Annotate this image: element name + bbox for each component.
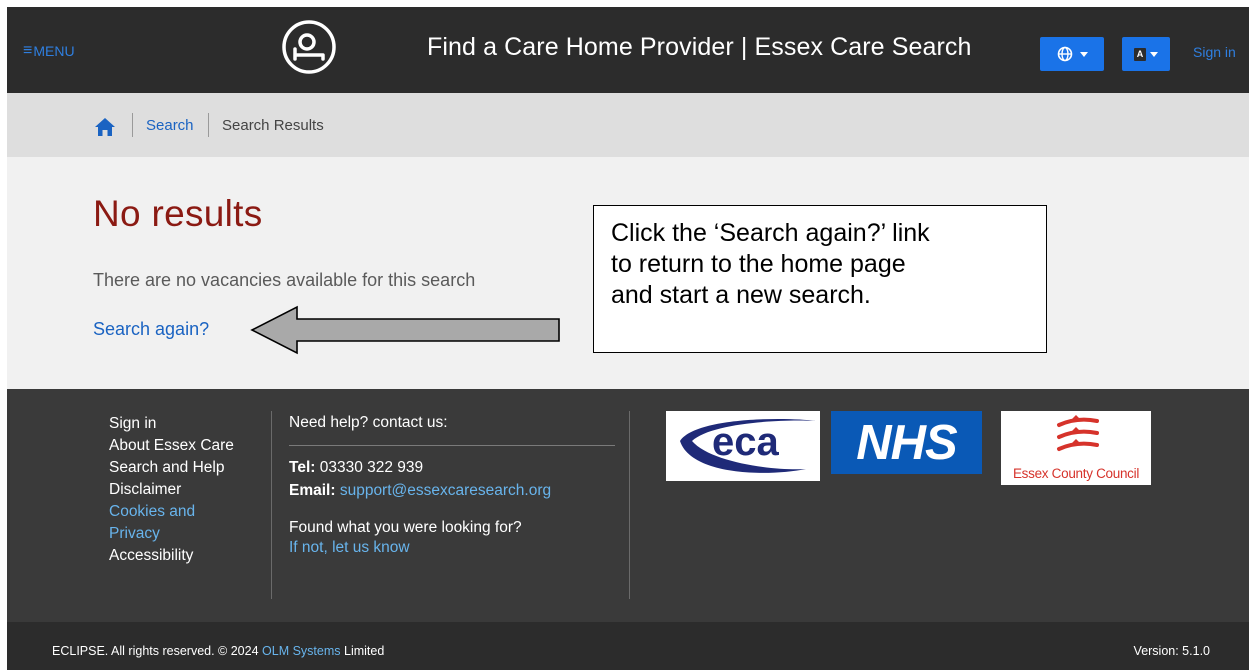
- nhs-logo-text: NHS: [856, 415, 957, 470]
- callout-line-3: and start a new search.: [611, 281, 871, 309]
- tel-line: Tel: 03330 322 939: [289, 459, 615, 477]
- tel-label: Tel:: [289, 459, 316, 476]
- version-label: Version: 5.1.0: [1133, 644, 1210, 658]
- text-size-button[interactable]: A: [1122, 37, 1170, 71]
- help-heading: Need help? contact us:: [289, 414, 448, 431]
- essex-county-council-logo: Essex County Council: [1001, 411, 1151, 485]
- feedback-link[interactable]: If not, let us know: [289, 539, 615, 557]
- tel-value: 03330 322 939: [319, 459, 424, 476]
- bottom-bar: ECLIPSE. All rights reserved. © 2024 OLM…: [7, 622, 1249, 670]
- menu-button[interactable]: ≡ MENU: [23, 42, 75, 60]
- ecc-crest-icon: [1057, 415, 1099, 451]
- home-icon[interactable]: [94, 117, 116, 137]
- site-title: Find a Care Home Provider | Essex Care S…: [427, 33, 972, 61]
- text-size-icon: A: [1133, 47, 1147, 61]
- menu-label: MENU: [33, 43, 75, 59]
- callout-line-2: to return to the home page: [611, 250, 906, 278]
- sign-in-link[interactable]: Sign in: [1193, 44, 1236, 60]
- help-rule: [289, 445, 615, 446]
- email-link[interactable]: support@essexcaresearch.org: [340, 482, 551, 499]
- globe-icon: [1057, 46, 1072, 62]
- language-button[interactable]: [1040, 37, 1104, 71]
- callout-line-1: Click the ‘Search again?’ link: [611, 219, 930, 247]
- chevron-down-icon: [1150, 51, 1159, 57]
- footer-link-search-help[interactable]: Search and Help: [109, 458, 269, 477]
- footer-link-cookies[interactable]: Cookies and: [109, 502, 269, 521]
- copyright-notice: ECLIPSE. All rights reserved. © 2024 OLM…: [52, 644, 384, 658]
- email-line: Email: support@essexcaresearch.org: [289, 482, 615, 500]
- copyright-prefix: ECLIPSE. All rights reserved. © 2024: [52, 644, 263, 658]
- page: ≡ MENU Find a Care Home Provider | Essex…: [7, 7, 1249, 670]
- breadcrumb-search-link[interactable]: Search: [146, 117, 194, 134]
- footer-divider: [629, 411, 630, 599]
- nhs-logo: NHS: [831, 411, 982, 474]
- breadcrumb-current: Search Results: [222, 117, 324, 134]
- ecc-logo-text: Essex County Council: [1012, 466, 1140, 481]
- main-content: No results There are no vacancies availa…: [7, 157, 1249, 389]
- footer-contact: Need help? contact us: Tel: 03330 322 93…: [289, 414, 615, 557]
- footer-link-privacy[interactable]: Privacy: [109, 524, 269, 543]
- email-label: Email:: [289, 482, 336, 499]
- breadcrumb: Search Search Results: [7, 93, 1249, 157]
- eca-logo-text: eca: [712, 420, 779, 464]
- footer: Sign in About Essex Care Search and Help…: [7, 389, 1249, 622]
- footer-link-disclaimer[interactable]: Disclaimer: [109, 480, 269, 499]
- footer-link-about[interactable]: About Essex Care: [109, 436, 269, 455]
- search-again-link[interactable]: Search again?: [93, 319, 209, 340]
- breadcrumb-divider: [132, 113, 133, 137]
- copyright-suffix: Limited: [340, 644, 385, 658]
- care-home-logo-icon: [282, 20, 336, 74]
- breadcrumb-divider: [208, 113, 209, 137]
- menu-icon: ≡: [23, 42, 33, 59]
- page-title: No results: [93, 193, 263, 234]
- left-arrow-icon: [250, 305, 560, 355]
- top-header: ≡ MENU Find a Care Home Provider | Essex…: [7, 7, 1249, 93]
- footer-divider: [271, 411, 272, 599]
- footer-link-sign-in[interactable]: Sign in: [109, 414, 269, 433]
- olm-systems-link[interactable]: OLM Systems: [262, 644, 341, 658]
- eca-logo: eca: [666, 411, 820, 481]
- footer-links: Sign in About Essex Care Search and Help…: [109, 414, 269, 568]
- no-vacancies-message: There are no vacancies available for thi…: [93, 270, 476, 290]
- found-question: Found what you were looking for?: [289, 519, 522, 536]
- footer-link-accessibility[interactable]: Accessibility: [109, 546, 269, 565]
- instruction-callout: Click the ‘Search again?’ link to return…: [593, 205, 1047, 353]
- chevron-down-icon: [1079, 51, 1088, 57]
